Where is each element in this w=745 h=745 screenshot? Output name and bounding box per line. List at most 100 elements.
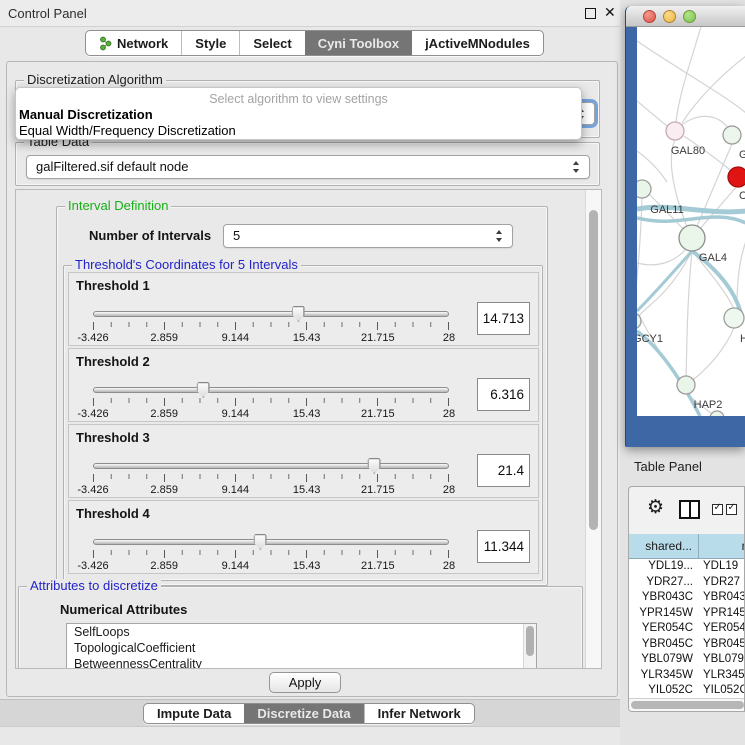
minimize-traffic-light-icon[interactable]	[663, 10, 676, 23]
tick-label: -3.426	[77, 560, 108, 572]
threshold-2-value-field[interactable]: 6.316	[477, 378, 530, 411]
list-item[interactable]: SelfLoops	[67, 624, 536, 640]
list-item[interactable]: BetweennessCentrality	[67, 656, 536, 669]
cell[interactable]: YER054C	[629, 621, 699, 637]
cell[interactable]: YLR345W	[629, 668, 699, 684]
cell[interactable]: YBL079W	[699, 652, 745, 668]
cell[interactable]: YIL052C	[629, 683, 699, 699]
threshold-1-label: Threshold 1	[76, 278, 150, 293]
slider-track[interactable]	[93, 311, 449, 317]
cell[interactable]: YBL079W	[629, 652, 699, 668]
threshold-1-value-field[interactable]: 14.713	[477, 302, 530, 335]
threshold-4-value-field[interactable]: 11.344	[477, 530, 530, 563]
control-panel: Control Panel ✕ Network Style Select Cyn…	[0, 0, 620, 745]
cell[interactable]: YDL19...	[629, 559, 699, 575]
slider-track[interactable]	[93, 463, 449, 469]
attributes-group: Attributes to discretize Numerical Attri…	[18, 586, 583, 669]
table-data-combobox[interactable]: galFiltered.sif default node	[26, 155, 590, 179]
slider-thumb[interactable]	[368, 458, 381, 474]
tab-impute-data[interactable]: Impute Data	[144, 704, 244, 723]
cell[interactable]: YIL052C	[699, 683, 745, 699]
list-item[interactable]: TopologicalCoefficient	[67, 640, 536, 656]
table-row[interactable]: YIL052CYIL052C	[629, 683, 745, 699]
threshold-3-slider[interactable]: -3.426 2.859 9.144 15.43 21.715 28	[93, 459, 449, 497]
threshold-4-slider[interactable]: -3.426 2.859 9.144 15.43 21.715 28	[93, 535, 449, 573]
table-row[interactable]: YBR045CYBR045C	[629, 637, 745, 653]
cell[interactable]: YBR045C	[699, 637, 745, 653]
column-header-name[interactable]: na	[699, 534, 745, 558]
cell[interactable]: YDL19	[699, 559, 745, 575]
slider-ticks-major	[93, 322, 449, 330]
network-node-label: GAL11	[650, 204, 683, 216]
number-of-intervals-combobox[interactable]: 5	[223, 224, 513, 248]
cell[interactable]: YDR27...	[629, 575, 699, 591]
gear-icon[interactable]: ⚙	[647, 496, 664, 519]
column-header-shared-name[interactable]: shared...	[629, 534, 699, 558]
network-window-titlebar[interactable]	[626, 6, 745, 27]
network-icon	[99, 36, 112, 51]
network-canvas[interactable]: GAL80GCGAL11GAL4GCY1HHAP2	[637, 27, 745, 416]
algorithm-option-manual[interactable]: Manual Discretization	[19, 107, 153, 122]
network-node[interactable]	[637, 180, 651, 198]
table-row[interactable]: YBL079WYBL079W	[629, 652, 745, 668]
network-node[interactable]	[710, 411, 724, 416]
tab-infer-network[interactable]: Infer Network	[364, 704, 474, 723]
tab-select[interactable]: Select	[239, 31, 304, 55]
list-scrollbar[interactable]	[523, 624, 536, 669]
zoom-traffic-light-icon[interactable]	[683, 10, 696, 23]
cell[interactable]: YBR043C	[629, 590, 699, 606]
checkbox-icon[interactable]	[712, 504, 723, 515]
table-row[interactable]: YPR145WYPR145W	[629, 606, 745, 622]
table-row[interactable]: YDR27...YDR27	[629, 575, 745, 591]
tab-network[interactable]: Network	[86, 31, 181, 55]
slider-thumb[interactable]	[292, 306, 305, 322]
slider-track[interactable]	[93, 387, 449, 393]
close-icon[interactable]: ✕	[604, 4, 616, 21]
settings-scrollbar-thumb[interactable]	[589, 210, 598, 530]
table-row[interactable]: YBR043CYBR043C	[629, 590, 745, 606]
table-scrollbar-thumb[interactable]	[631, 701, 744, 709]
cell[interactable]: YLR345W	[699, 668, 745, 684]
network-node[interactable]	[723, 126, 741, 144]
cell[interactable]: YER054C	[699, 621, 745, 637]
tab-cyni-toolbox[interactable]: Cyni Toolbox	[305, 31, 412, 55]
tab-discretize-data[interactable]: Discretize Data	[244, 704, 363, 723]
numerical-attributes-list[interactable]: SelfLoops TopologicalCoefficient Between…	[66, 623, 537, 669]
network-node[interactable]	[724, 308, 744, 328]
split-columns-icon[interactable]	[679, 500, 700, 519]
network-node[interactable]	[666, 122, 684, 140]
tick-label: 15.43	[293, 560, 321, 572]
cell[interactable]: YBR043C	[699, 590, 745, 606]
cell[interactable]: YPR145W	[629, 606, 699, 622]
threshold-1-slider[interactable]: -3.426 2.859 9.144 15.43 21.715 28	[93, 307, 449, 345]
table-panel-title: Table Panel	[634, 459, 702, 474]
threshold-2-slider[interactable]: -3.426 2.859 9.144 15.43 21.715 28	[93, 383, 449, 421]
table-horizontal-scrollbar[interactable]	[629, 698, 745, 711]
thresholds-group: Threshold's Coordinates for 5 Intervals …	[63, 265, 543, 581]
attributes-group-label: Attributes to discretize	[27, 579, 161, 593]
network-node[interactable]	[637, 313, 641, 329]
settings-scrollbar[interactable]	[585, 190, 601, 668]
algorithm-option-equal-width[interactable]: Equal Width/Frequency Discretization	[19, 123, 236, 138]
checkbox-icon[interactable]	[726, 504, 737, 515]
table-row[interactable]: YLR345WYLR345W	[629, 668, 745, 684]
close-traffic-light-icon[interactable]	[643, 10, 656, 23]
tab-style[interactable]: Style	[181, 31, 239, 55]
float-window-icon[interactable]	[585, 8, 596, 19]
network-node[interactable]	[728, 167, 745, 187]
slider-thumb[interactable]	[197, 382, 210, 398]
slider-thumb[interactable]	[254, 534, 267, 550]
network-node[interactable]	[677, 376, 695, 394]
list-scrollbar-thumb[interactable]	[526, 626, 534, 656]
slider-track[interactable]	[93, 539, 449, 545]
network-node[interactable]	[679, 225, 705, 251]
table-row[interactable]: YER054CYER054C	[629, 621, 745, 637]
cell[interactable]: YPR145W	[699, 606, 745, 622]
tick-label: 21.715	[361, 560, 395, 572]
table-row[interactable]: YDL19...YDL19	[629, 559, 745, 575]
apply-button[interactable]: Apply	[269, 672, 341, 693]
cell[interactable]: YDR27	[699, 575, 745, 591]
cell[interactable]: YBR045C	[629, 637, 699, 653]
threshold-3-value-field[interactable]: 21.4	[477, 454, 530, 487]
tab-jactivemnodules[interactable]: jActiveMNodules	[412, 31, 543, 55]
